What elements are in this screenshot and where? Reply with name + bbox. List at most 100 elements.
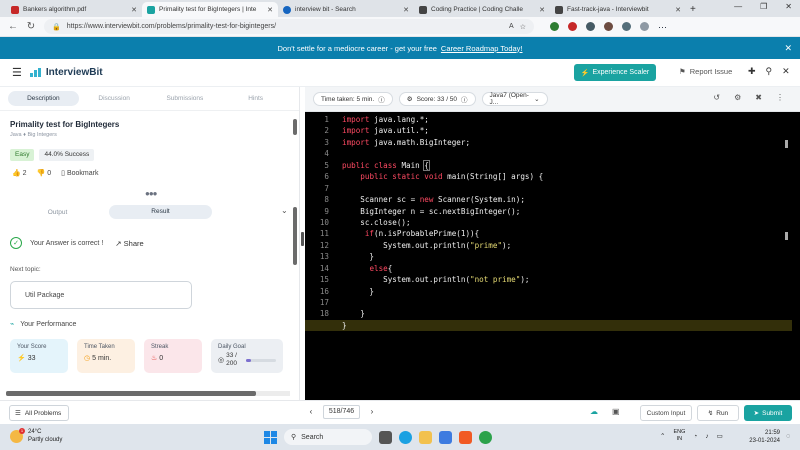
- extension-icon[interactable]: [586, 22, 595, 31]
- windows-start-icon[interactable]: [264, 430, 277, 444]
- experience-scaler-button[interactable]: ⚡ Experience Scaler: [574, 64, 656, 81]
- battery-icon[interactable]: ▭: [717, 432, 723, 440]
- next-topic-button[interactable]: Util Package: [10, 281, 192, 309]
- browser-tab[interactable]: Bankers algorithm.pdf ✕: [6, 2, 142, 17]
- tab-output[interactable]: Output: [6, 209, 109, 216]
- custom-input-button[interactable]: Custom Input: [640, 405, 692, 421]
- chrome-icon[interactable]: [479, 430, 492, 444]
- reload-icon[interactable]: ↻: [26, 21, 36, 32]
- dislike-button[interactable]: 👎 0: [37, 169, 52, 177]
- scrollbar[interactable]: [293, 207, 297, 265]
- close-icon[interactable]: ✕: [675, 6, 681, 14]
- extension-icon[interactable]: [604, 22, 613, 31]
- report-issue-label: Report Issue: [689, 67, 733, 76]
- store-icon[interactable]: [439, 430, 452, 444]
- taskbar-search[interactable]: ⚲ Search: [284, 429, 372, 445]
- settings-icon[interactable]: ⚙: [734, 93, 741, 102]
- submit-button[interactable]: ➤ Submit: [744, 405, 792, 421]
- next-problem-button[interactable]: ›: [366, 405, 378, 419]
- scrollbar[interactable]: [293, 119, 297, 135]
- extension-icon[interactable]: [622, 22, 631, 31]
- code-line: }: [342, 252, 375, 262]
- time-taken-text: Time taken: 5 min.: [321, 95, 375, 103]
- folder-icon[interactable]: [419, 430, 432, 444]
- run-button[interactable]: ↯ Run: [697, 405, 739, 421]
- read-aloud-icon[interactable]: A: [509, 23, 514, 30]
- bolt-icon: ⚡: [580, 69, 590, 77]
- close-icon[interactable]: ✕: [267, 6, 273, 14]
- fullscreen-icon[interactable]: ✖: [755, 93, 762, 102]
- close-icon[interactable]: ✕: [782, 66, 790, 77]
- minimize-icon[interactable]: —: [734, 2, 742, 11]
- tab-submissions[interactable]: Submissions: [150, 91, 221, 106]
- browser-tab[interactable]: Fast-track-java - Interviewbit ✕: [550, 2, 686, 17]
- pin-icon[interactable]: ✚: [748, 66, 756, 77]
- code-lines[interactable]: import java.lang.*; import java.util.*; …: [305, 114, 792, 332]
- problem-title: Primality test for BigIntegers: [10, 120, 120, 129]
- new-tab-button[interactable]: +: [690, 4, 696, 15]
- task-view-icon[interactable]: [379, 430, 392, 444]
- horizontal-scrollbar[interactable]: [6, 391, 290, 396]
- like-button[interactable]: 👍 2: [12, 169, 27, 177]
- cloud-icon[interactable]: ☁: [590, 407, 598, 416]
- extension-icon[interactable]: [568, 22, 577, 31]
- user-icon[interactable]: ⚲: [766, 66, 773, 77]
- more-icon[interactable]: ⋯: [658, 22, 667, 32]
- tab-discussion[interactable]: Discussion: [79, 91, 150, 106]
- search-icon: [283, 5, 291, 14]
- close-icon[interactable]: ✕: [539, 6, 545, 14]
- career-roadmap-link[interactable]: Career Roadmap Today!: [441, 44, 523, 53]
- problem-tags: Easy 44.0% Success: [10, 149, 95, 161]
- clock[interactable]: 21:59 23-01-2024: [740, 429, 780, 445]
- wifi-icon[interactable]: ◔: [693, 433, 697, 440]
- logo[interactable]: InterviewBit: [29, 67, 103, 78]
- chevron-down-icon[interactable]: ⌄: [281, 206, 288, 215]
- resize-handle[interactable]: ●●●: [145, 189, 157, 198]
- brave-icon[interactable]: [459, 430, 472, 444]
- edge-icon[interactable]: [399, 430, 412, 444]
- code-editor[interactable]: 12345678910111213141516171819 import jav…: [305, 112, 800, 400]
- tab-hints[interactable]: Hints: [220, 91, 291, 106]
- reset-icon[interactable]: ↺: [713, 93, 720, 102]
- close-window-icon[interactable]: ✕: [785, 2, 792, 11]
- info-icon[interactable]: ⓘ: [378, 94, 385, 104]
- prev-problem-button[interactable]: ‹: [305, 405, 317, 419]
- terminal-icon[interactable]: ▣: [612, 407, 620, 416]
- weather-widget[interactable]: 1 24°C Partly cloudy: [10, 427, 62, 444]
- share-button[interactable]: ↗ Share: [115, 239, 143, 248]
- report-issue-link[interactable]: ⚑ Report Issue: [679, 67, 732, 76]
- language-select[interactable]: Java7 (Open-J... ⌄: [481, 92, 548, 106]
- extension-icon[interactable]: [550, 22, 559, 31]
- scrollbar-thumb[interactable]: [6, 391, 256, 396]
- all-problems-button[interactable]: ☰ All Problems: [9, 405, 69, 421]
- tab-description[interactable]: Description: [8, 91, 79, 106]
- menu-icon[interactable]: ☰: [12, 66, 22, 79]
- browser-tab-active[interactable]: Primality test for BigIntegers | Inte ✕: [142, 2, 278, 17]
- close-icon[interactable]: ✕: [131, 6, 137, 14]
- clock-date: 23-01-2024: [749, 438, 780, 444]
- info-icon[interactable]: ⓘ: [461, 94, 468, 104]
- card-label: Time Taken: [84, 344, 115, 350]
- bookmark-button[interactable]: ▯ Bookmark: [61, 169, 98, 177]
- line-numbers: 12345678910111213141516171819: [305, 114, 329, 332]
- splitter-grip[interactable]: [301, 232, 304, 246]
- favorite-star-icon[interactable]: ☆: [520, 23, 526, 31]
- lock-icon: 🔒: [52, 23, 61, 31]
- maximize-icon[interactable]: ❐: [760, 2, 767, 11]
- volume-icon[interactable]: ♪: [705, 433, 708, 440]
- chevron-up-icon[interactable]: ⌃: [660, 432, 665, 440]
- close-icon[interactable]: ✕: [403, 6, 409, 14]
- problem-panel: Description Discussion Submissions Hints…: [0, 87, 300, 400]
- browser-tab[interactable]: interview bit - Search ✕: [278, 2, 414, 17]
- profile-avatar[interactable]: [640, 22, 649, 31]
- tab-result[interactable]: Result: [109, 205, 212, 219]
- url-field[interactable]: 🔒 https://www.interviewbit.com/problems/…: [44, 19, 534, 34]
- close-icon[interactable]: ✕: [784, 43, 792, 54]
- more-icon[interactable]: ⋮: [776, 93, 784, 102]
- language-value: Java7 (Open-J...: [489, 92, 529, 106]
- browser-tab[interactable]: Coding Practice | Coding Challe ✕: [414, 2, 550, 17]
- notification-icon[interactable]: ◌: [786, 433, 790, 440]
- back-icon[interactable]: ←: [8, 21, 18, 32]
- language-indicator[interactable]: ENG IN: [673, 429, 685, 443]
